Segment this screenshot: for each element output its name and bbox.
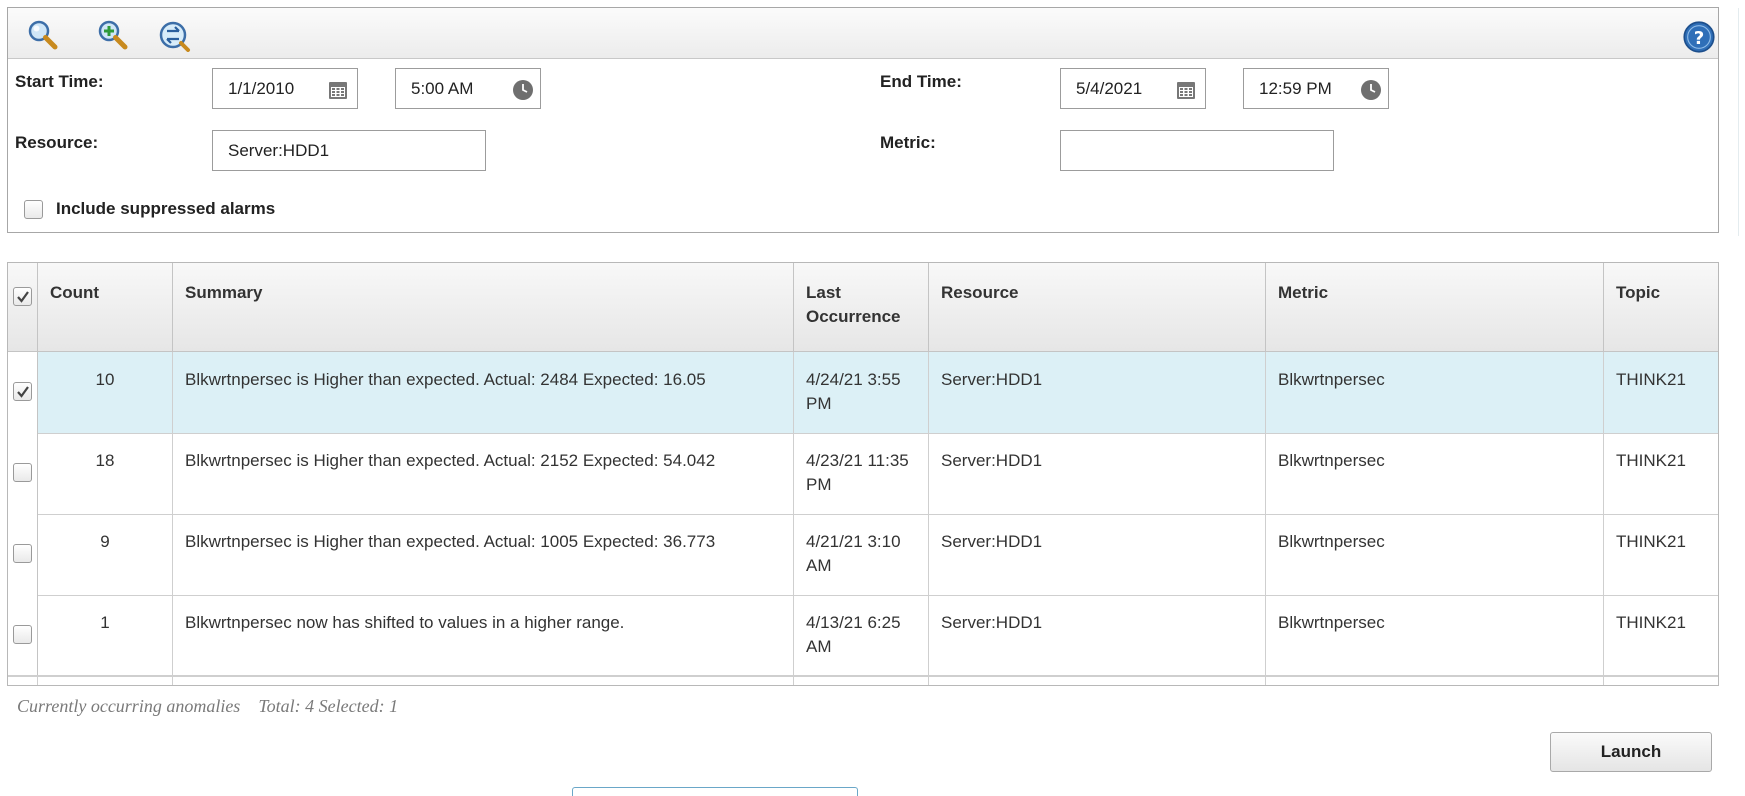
clock-icon[interactable] [1360, 79, 1382, 101]
cell-last: 4/13/21 6:25 AM [794, 595, 929, 676]
cell-count: 10 [38, 352, 173, 433]
table-row[interactable]: 9 Blkwrtnpersec is Higher than expected. … [8, 514, 1718, 596]
cell-resource: Server:HDD1 [929, 514, 1266, 595]
help-icon[interactable]: ? [1682, 20, 1715, 53]
status-caption: Currently occurring anomalies [17, 696, 241, 716]
cell-last: 4/24/21 3:55 PM [794, 352, 929, 433]
cell-count: 1 [38, 595, 173, 676]
footer-col [1266, 676, 1604, 685]
search-icon[interactable] [26, 18, 60, 52]
table-row[interactable]: 18 Blkwrtnpersec is Higher than expected.… [8, 433, 1718, 515]
col-header-resource-label: Resource [941, 283, 1019, 302]
resource-input[interactable]: Server:HDD1 [212, 130, 486, 171]
table-header: Count Summary Last Occurrence Resource M… [8, 263, 1718, 352]
status-total: Total: 4 [258, 696, 315, 716]
cell-topic: THINK21 [1616, 370, 1686, 389]
calendar-icon[interactable] [327, 79, 349, 101]
header-checkbox-cell [8, 263, 38, 351]
row-checkbox[interactable] [13, 544, 32, 563]
col-header-count[interactable]: Count [38, 263, 173, 351]
cell-topic: THINK21 [1616, 532, 1686, 551]
end-time-label: End Time: [880, 72, 962, 91]
footer-col [794, 676, 929, 685]
calendar-icon[interactable] [1175, 79, 1197, 101]
start-date-value: 1/1/2010 [228, 79, 295, 98]
start-date-field[interactable]: 1/1/2010 [212, 68, 358, 109]
cell-summary: Blkwrtnpersec is Higher than expected. A… [173, 514, 794, 595]
cell-count: 18 [38, 433, 173, 514]
end-date-field[interactable]: 5/4/2021 [1060, 68, 1206, 109]
search-add-icon[interactable] [96, 18, 130, 52]
anomalies-table: Count Summary Last Occurrence Resource M… [7, 262, 1719, 686]
cell-topic: THINK21 [1616, 451, 1686, 470]
col-header-metric-label: Metric [1278, 283, 1329, 302]
col-header-topic[interactable]: Topic [1604, 263, 1718, 351]
col-header-summary-label: Summary [185, 283, 263, 302]
table-footer-strip [8, 675, 1718, 685]
cell-last: 4/23/21 11:35 PM [794, 433, 929, 514]
row-checkbox[interactable] [13, 463, 32, 482]
select-all-checkbox[interactable] [13, 287, 32, 306]
status-bar: Currently occurring anomalies Total: 4 S… [17, 696, 398, 717]
filter-panel: ? Start Time: 1/1/2010 5:00 AM End Time:… [7, 7, 1719, 233]
footer-col [929, 676, 1266, 685]
start-time-field[interactable]: 5:00 AM [395, 68, 541, 109]
cell-resource: Server:HDD1 [929, 352, 1266, 433]
end-time-value: 12:59 PM [1259, 79, 1332, 98]
row-checkbox[interactable] [13, 382, 32, 401]
start-time-label: Start Time: [15, 72, 104, 91]
row-checkbox-cell [8, 352, 38, 433]
start-time-value: 5:00 AM [411, 79, 474, 98]
cell-count: 9 [38, 514, 173, 595]
cell-last: 4/21/21 3:10 AM [794, 514, 929, 595]
cell-summary: Blkwrtnpersec is Higher than expected. A… [173, 433, 794, 514]
panel-edge [1738, 8, 1739, 236]
row-checkbox[interactable] [13, 625, 32, 644]
search-refresh-icon[interactable] [158, 18, 192, 52]
footer-col [8, 676, 38, 685]
table-row[interactable]: 10 Blkwrtnpersec is Higher than expected.… [8, 352, 1718, 434]
clock-icon[interactable] [512, 79, 534, 101]
cell-summary: Blkwrtnpersec is Higher than expected. A… [173, 352, 794, 433]
col-header-last-occurrence[interactable]: Last Occurrence [794, 263, 929, 351]
col-header-last-label: Last Occurrence [806, 283, 901, 326]
svg-text:?: ? [1694, 28, 1705, 49]
table-row[interactable]: 1 Blkwrtnpersec now has shifted to values… [8, 595, 1718, 677]
col-header-resource[interactable]: Resource [929, 263, 1266, 351]
cell-resource: Server:HDD1 [929, 595, 1266, 676]
col-header-topic-label: Topic [1616, 283, 1661, 302]
cell-metric: Blkwrtnpersec [1266, 514, 1604, 595]
footer-col [173, 676, 794, 685]
col-header-count-label: Count [50, 283, 100, 302]
row-checkbox-cell [8, 514, 38, 595]
toolbar: ? [8, 8, 1718, 59]
include-suppressed-checkbox[interactable] [24, 200, 43, 219]
row-checkbox-cell [8, 433, 38, 514]
cell-metric: Blkwrtnpersec [1266, 352, 1604, 433]
launch-button[interactable]: Launch [1550, 732, 1712, 772]
cell-metric: Blkwrtnpersec [1266, 595, 1604, 676]
cell-summary: Blkwrtnpersec now has shifted to values … [173, 595, 794, 676]
resource-label: Resource: [15, 133, 99, 152]
row-checkbox-cell [8, 595, 38, 676]
status-selected: Selected: 1 [318, 696, 399, 716]
col-header-metric[interactable]: Metric [1266, 263, 1604, 351]
col-header-summary[interactable]: Summary [173, 263, 794, 351]
resource-input-value: Server:HDD1 [228, 141, 330, 160]
cell-metric: Blkwrtnpersec [1266, 433, 1604, 514]
metric-label: Metric: [880, 133, 936, 152]
metric-input[interactable] [1060, 130, 1334, 171]
footer-col [38, 676, 173, 685]
cell-topic: THINK21 [1616, 613, 1686, 632]
end-time-field[interactable]: 12:59 PM [1243, 68, 1389, 109]
include-suppressed-label: Include suppressed alarms [56, 199, 276, 218]
cell-resource: Server:HDD1 [929, 433, 1266, 514]
end-date-value: 5/4/2021 [1076, 79, 1143, 98]
